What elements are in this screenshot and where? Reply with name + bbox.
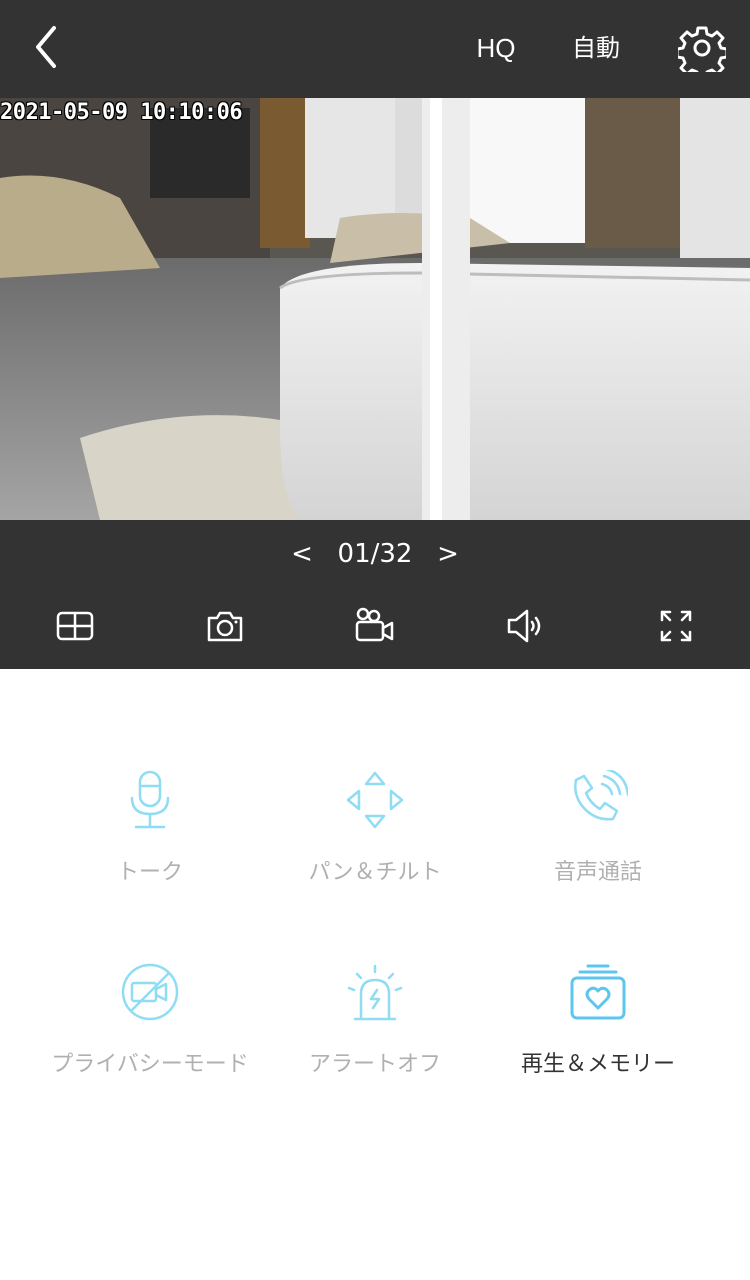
playback-memory-icon <box>570 964 626 1020</box>
pan-tilt-label: パン＆チルト <box>308 860 442 885</box>
grid-icon <box>56 611 94 641</box>
snapshot-button[interactable] <box>205 606 245 646</box>
alert-off-label: アラートオフ <box>308 1052 441 1077</box>
sound-toggle-button[interactable] <box>505 606 545 646</box>
camera-scene-image <box>0 98 750 520</box>
back-button[interactable] <box>28 24 68 70</box>
gear-icon <box>675 26 729 80</box>
quality-button[interactable]: HQ <box>468 26 524 70</box>
camera-video-feed[interactable] <box>0 98 750 520</box>
top-bar <box>0 0 750 98</box>
talk-label: トーク <box>116 860 183 885</box>
chevron-left-icon <box>36 26 56 68</box>
alarm-siren-icon <box>347 964 403 1021</box>
fullscreen-icon <box>660 610 692 642</box>
pan-tilt-arrows-icon <box>346 771 404 829</box>
mode-button[interactable]: 自動 <box>562 26 630 70</box>
speaker-icon <box>507 609 541 643</box>
next-camera-button[interactable]: > <box>430 536 466 572</box>
playback-memory-label: 再生＆メモリー <box>520 1052 675 1077</box>
fullscreen-button[interactable] <box>656 606 696 646</box>
video-timestamp: 2021-05-09 10:10:06 <box>0 100 243 125</box>
privacy-camera-off-icon <box>121 963 179 1021</box>
record-video-button[interactable] <box>355 606 395 646</box>
previous-camera-button[interactable]: < <box>284 536 320 572</box>
voice-call-label: 音声通話 <box>553 860 642 885</box>
settings-button[interactable] <box>675 24 729 80</box>
camera-page-indicator: 01/32 <box>337 539 413 569</box>
camera-icon <box>207 611 243 642</box>
video-camera-icon <box>355 607 394 642</box>
microphone-icon <box>130 770 170 829</box>
grid-view-button[interactable] <box>55 606 95 646</box>
privacy-mode-label: プライバシーモード <box>51 1052 249 1077</box>
phone-call-icon <box>574 770 628 821</box>
